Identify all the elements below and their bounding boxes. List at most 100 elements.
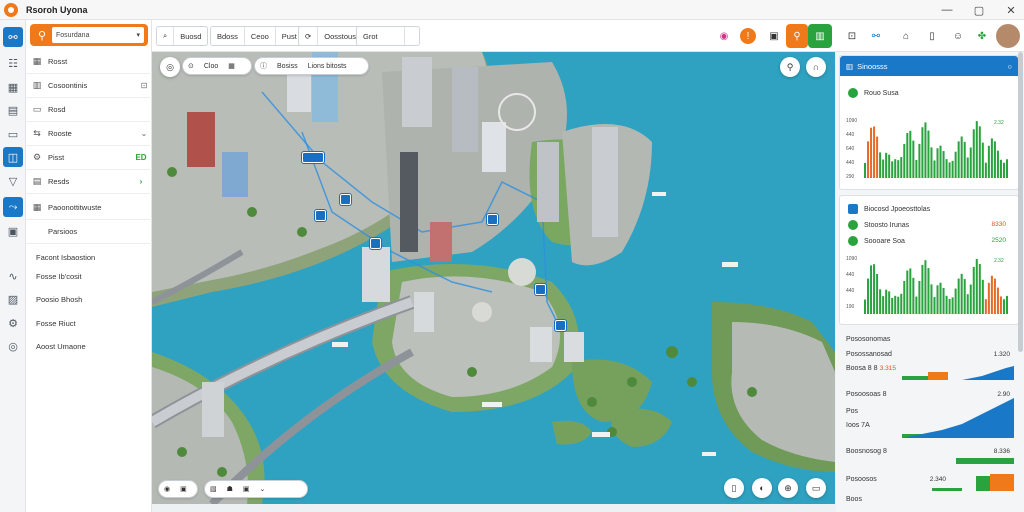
chart-bar (897, 296, 900, 314)
layer-pill[interactable]: ⊙ Cloo ▦ (182, 57, 252, 75)
chart-icon[interactable]: ◫ (3, 147, 23, 167)
bike-icon[interactable]: ⚲ (786, 24, 808, 48)
clipboard-icon[interactable]: ▣ (764, 26, 784, 46)
calendar-icon[interactable]: ▣ (3, 221, 23, 241)
bike-icon[interactable]: ⚲ (780, 57, 800, 77)
panel-scrollbar[interactable] (1018, 52, 1023, 352)
city-map[interactable]: ◎ ⊙ Cloo ▦ ⓘ Bosiss Lions bitosts ⚲ ∩ ◉ … (152, 52, 835, 504)
chart-bar (864, 163, 867, 178)
table-icon[interactable]: ▭ (3, 124, 23, 144)
chart-bar (948, 298, 951, 314)
tab-data[interactable]: Ceoo (245, 27, 276, 45)
chart-bar (942, 287, 945, 314)
station-marker[interactable] (340, 194, 351, 205)
bus-icon[interactable]: ▥ (808, 24, 832, 48)
sidebar-item[interactable]: ⇆ Rooste ⌄ (26, 122, 152, 146)
sidebar-link[interactable]: Facont Isbaostion (36, 253, 95, 262)
chart-bar (909, 268, 912, 314)
settings-icon[interactable]: ⚙ (3, 313, 23, 333)
close-button[interactable]: ✕ (1004, 4, 1018, 17)
sidebar-item[interactable]: ▤ Resds › (26, 170, 152, 194)
sidebar-link[interactable]: Fosse Ib'cosit (36, 272, 82, 281)
sidebar-item[interactable]: ▦ Rosst (26, 50, 152, 74)
filter-pill[interactable]: ⓘ Bosiss Lions bitosts (254, 57, 369, 75)
leaf-icon[interactable]: ✤ (972, 26, 992, 46)
lock-icon[interactable]: ▯ (922, 26, 942, 46)
alert-icon[interactable]: ! (740, 28, 756, 44)
minimize-button[interactable]: — (940, 4, 954, 16)
sidebar-item[interactable]: ▭ Rosd (26, 98, 152, 122)
robot-icon[interactable]: ☺ (948, 26, 968, 46)
map-menu-icon[interactable]: ◎ (160, 57, 180, 77)
list-item[interactable]: Boosnosog 8 8.336 (846, 448, 1016, 455)
layers-icon[interactable]: ☷ (3, 53, 23, 73)
trend-icon[interactable]: ∿ (3, 266, 23, 286)
chart-bar (948, 162, 951, 178)
chart-bar (885, 152, 888, 178)
chart-bar (879, 289, 882, 314)
progress-strip (902, 364, 1014, 384)
notification-icon[interactable]: ◉ (714, 26, 734, 46)
camera-icon[interactable]: ▭ (806, 478, 826, 498)
avatar[interactable] (996, 24, 1020, 48)
map-view-controls[interactable]: ◉ ▣ (158, 480, 198, 498)
sidebar-item[interactable]: ▦ Paoonottitwuste (26, 196, 152, 220)
calendar-icon: ▦ (32, 202, 42, 212)
sidebar-link[interactable]: Poosio Bhosh (36, 295, 82, 304)
zoom-icon[interactable]: ⊕ (778, 478, 798, 498)
progress-strip (956, 458, 1014, 464)
chart-bar (897, 160, 900, 178)
sidebar: ⚲ Fosurdana ▾ ▦ Rosst ▥ Cosoontinis ⊡ ▭ Rosd … (26, 20, 152, 512)
chart-bar (939, 145, 942, 178)
list-item[interactable]: Posossanosad 1.320 (846, 351, 1016, 358)
refresh-icon: ⟳ (299, 27, 319, 45)
layer-selector[interactable]: ⚲ Fosurdana ▾ (30, 24, 148, 46)
tag-icon[interactable]: ⌂ (896, 26, 916, 46)
sidebar-item[interactable]: Parsioos (26, 220, 152, 244)
grid-icon[interactable]: ▦ (3, 77, 23, 97)
station-marker[interactable] (315, 210, 326, 221)
shield-icon[interactable]: ▽ (3, 171, 23, 191)
maximize-button[interactable]: ▢ (972, 4, 986, 17)
chart-bar (888, 154, 891, 178)
station-marker[interactable] (535, 284, 546, 295)
sidebar-link[interactable]: Aoost Umaone (36, 342, 86, 351)
station-marker[interactable] (555, 320, 566, 331)
list-item[interactable]: Boos (846, 496, 1016, 503)
headset-icon[interactable]: ∩ (806, 57, 826, 77)
options-button[interactable]: ⟳ Oosstous (298, 26, 363, 46)
layers-icon: ▧ (210, 486, 217, 493)
chart-bar (891, 297, 894, 314)
bookmark-icon[interactable]: ▯ (724, 478, 744, 498)
map-layer-controls[interactable]: ▧ ☗ ▣ ⌄ (204, 480, 308, 498)
search-group[interactable]: ⌕ Buosd (156, 26, 209, 46)
chart-bar (936, 285, 939, 314)
chart-icon: ▥ (32, 80, 42, 90)
chart-bar (972, 129, 975, 178)
network-icon[interactable]: ⚯ (3, 27, 23, 47)
search-icon[interactable]: ○ (1007, 62, 1012, 71)
pan-icon[interactable]: ◐ (752, 478, 772, 498)
chart-bar (996, 150, 999, 178)
station-marker[interactable] (370, 238, 381, 249)
help-icon[interactable]: ◎ (3, 336, 23, 356)
sidebar-item[interactable]: ▥ Cosoontinis ⊡ (26, 74, 152, 98)
network-icon[interactable]: ⚯ (866, 26, 886, 46)
chart-bar (945, 159, 948, 178)
filter-button[interactable]: Grot (356, 26, 420, 46)
route-icon[interactable]: ⤳ (3, 197, 23, 217)
sidebar-item[interactable]: ⚙ Pisst ED (26, 146, 152, 170)
sidebar-link[interactable]: Fosse Riuct (36, 319, 76, 328)
chart-bar (930, 284, 933, 314)
chart-bar (984, 299, 987, 314)
stats-value: 2520 (991, 237, 1006, 244)
tab-view[interactable]: Bdoss (211, 27, 245, 45)
folder-icon[interactable]: ▨ (3, 289, 23, 309)
view-tabs: Bdoss Ceoo Pust (210, 26, 304, 46)
station-marker[interactable] (487, 214, 498, 225)
station-marker[interactable] (302, 152, 324, 163)
info-icon: ⓘ (260, 63, 267, 70)
graph-icon[interactable]: ⊡ (842, 26, 862, 46)
list-icon[interactable]: ▤ (3, 100, 23, 120)
chart-legend: Rouo Susa (848, 88, 899, 98)
